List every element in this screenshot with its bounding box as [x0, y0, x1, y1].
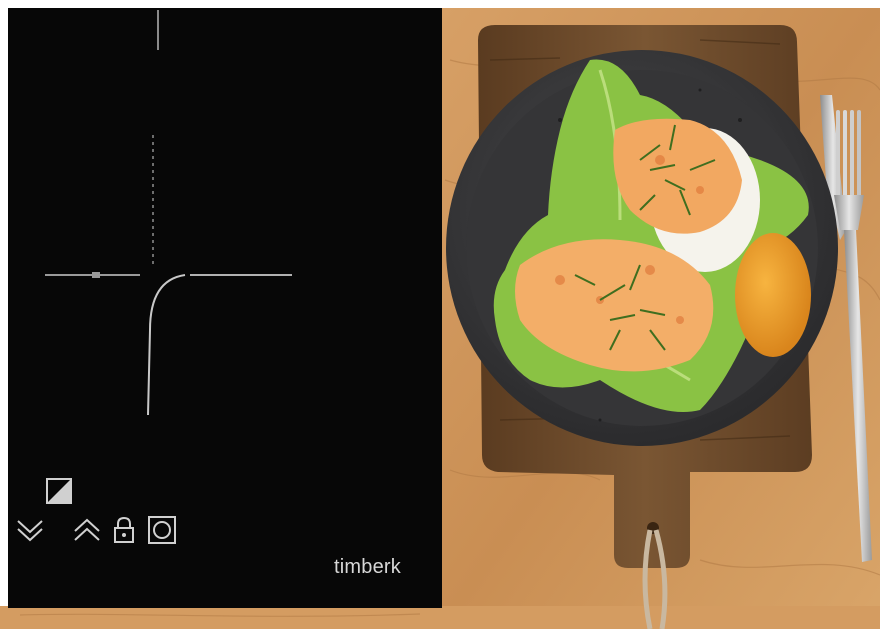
photo-scene: timberk	[0, 0, 880, 629]
wooden-table-bottom	[0, 606, 880, 629]
brand-logo: timberk	[334, 556, 401, 578]
lock-icon[interactable]	[113, 516, 135, 548]
power-level-icon[interactable]	[46, 478, 72, 508]
increase-icon[interactable]	[73, 518, 101, 548]
zone-mark-dot	[92, 272, 100, 278]
decrease-icon[interactable]	[16, 518, 44, 548]
zone-select-icon[interactable]	[148, 516, 176, 548]
egg-yolk	[735, 233, 811, 357]
